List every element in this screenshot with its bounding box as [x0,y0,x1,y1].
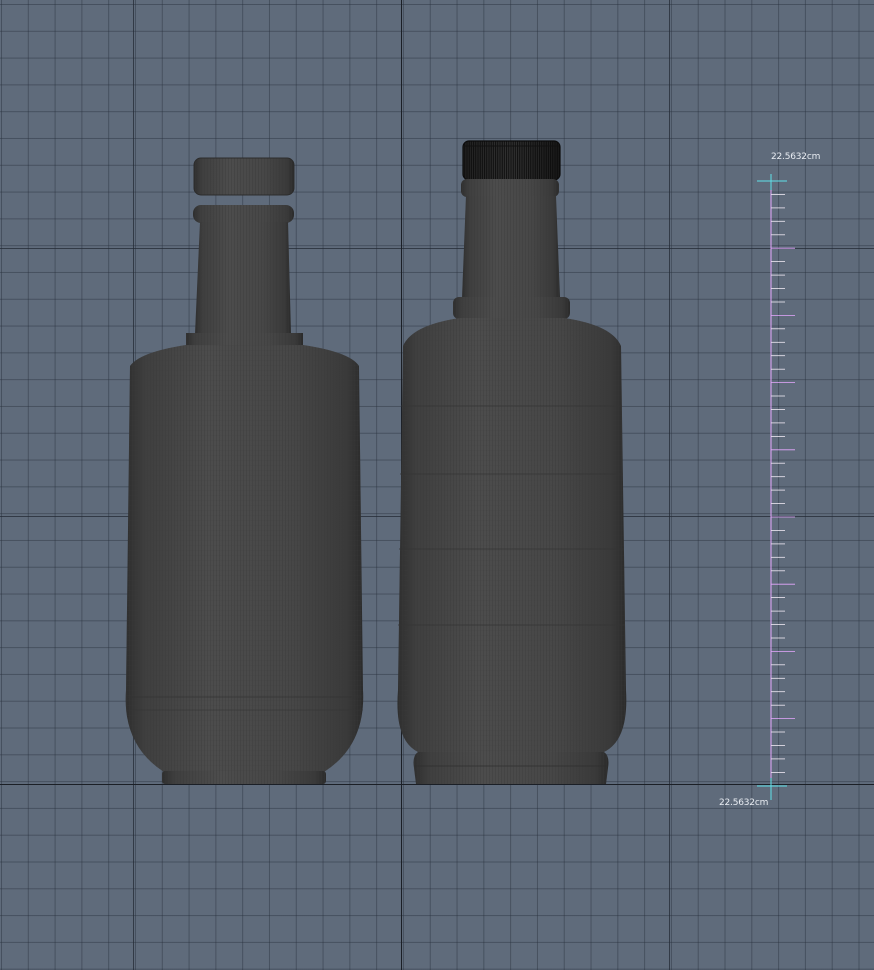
bottle-left[interactable] [125,157,364,784]
measure-top-label: 22.5632cm [771,152,821,162]
measure-ruler[interactable] [757,174,795,800]
bottle-left-neck [195,222,291,334]
measure-start-handle[interactable] [757,174,787,190]
bottle-right-body [397,318,627,752]
measure-end-handle[interactable] [757,778,787,800]
3d-viewport[interactable]: 22.5632cm 22.5632cm [0,0,874,970]
bottle-right-cap[interactable] [462,140,561,181]
bottle-right-neck [462,196,560,298]
bottle-left-collar [193,205,294,223]
measure-bottom-label: 22.5632cm [719,798,769,808]
scene-canvas [125,140,795,800]
bottle-left-body [125,345,364,772]
bottle-left-stopper[interactable] [193,157,295,196]
bottle-right[interactable] [397,140,627,784]
